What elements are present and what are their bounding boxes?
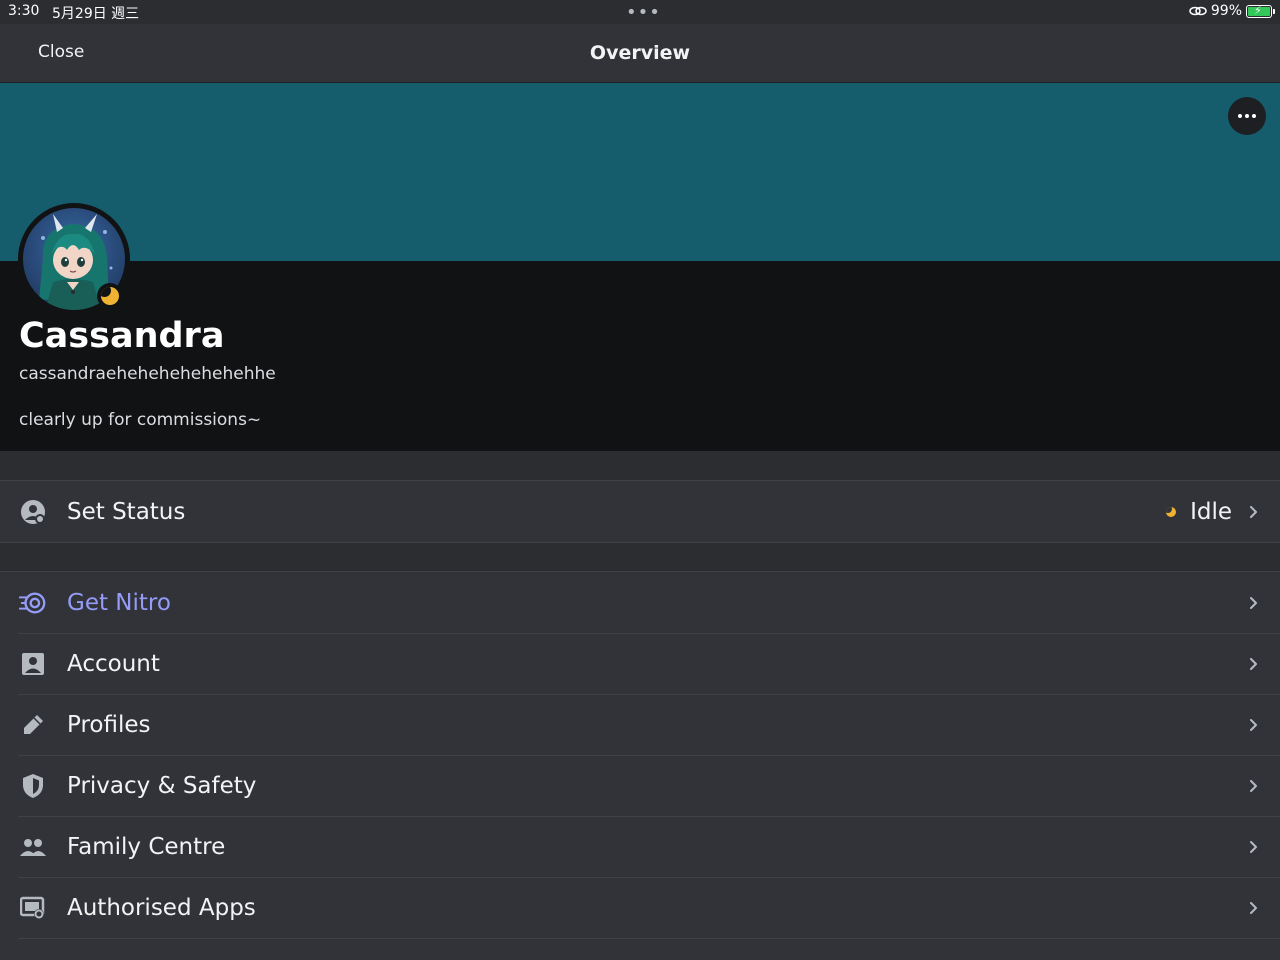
display-name: Cassandra bbox=[19, 316, 225, 356]
navigation-bar: Close Overview bbox=[0, 24, 1280, 83]
set-status-row[interactable]: Set Status Idle bbox=[0, 481, 1280, 542]
multitasking-dots-icon[interactable]: ••• bbox=[626, 2, 661, 23]
pencil-icon bbox=[19, 711, 47, 739]
battery-percent: 99% bbox=[1210, 3, 1242, 19]
chevron-right-icon bbox=[1250, 840, 1257, 853]
more-options-button[interactable] bbox=[1228, 97, 1266, 135]
settings-row-get-nitro[interactable]: Get Nitro bbox=[0, 572, 1280, 633]
chevron-right-icon bbox=[1250, 505, 1257, 518]
account-icon bbox=[19, 650, 47, 678]
idle-moon-icon bbox=[1166, 506, 1177, 517]
current-status: Idle bbox=[1166, 499, 1232, 525]
apps-icon bbox=[19, 894, 47, 922]
page-title: Overview bbox=[589, 42, 691, 64]
settings-row-label: Family Centre bbox=[67, 833, 226, 860]
settings-row-label: Privacy & Safety bbox=[67, 772, 257, 799]
settings-row-label: Account bbox=[67, 650, 160, 677]
shield-icon bbox=[19, 772, 47, 800]
chevron-right-icon bbox=[1250, 901, 1257, 914]
system-status-bar: 3:30 5月29日 週三 ••• 99% ⚡ bbox=[0, 0, 1280, 24]
set-status-icon bbox=[19, 498, 47, 526]
date-label: 5月29日 週三 bbox=[52, 6, 140, 22]
status-right: 99% ⚡ bbox=[1189, 3, 1275, 19]
settings-row-partial[interactable] bbox=[0, 938, 1280, 960]
settings-row-profiles[interactable]: Profiles bbox=[0, 694, 1280, 755]
settings-row-authorised-apps[interactable]: Authorised Apps bbox=[0, 877, 1280, 938]
clock-time: 3:30 bbox=[8, 3, 40, 19]
current-status-value: Idle bbox=[1190, 498, 1232, 525]
chevron-right-icon bbox=[1250, 657, 1257, 670]
username: cassandraehehehehehehehhe bbox=[19, 364, 276, 384]
chevron-right-icon bbox=[1250, 596, 1257, 609]
settings-row-privacy-safety[interactable]: Privacy & Safety bbox=[0, 755, 1280, 816]
profile-bio: clearly up for commissions~ bbox=[19, 410, 262, 430]
set-status-label: Set Status bbox=[67, 498, 186, 525]
nitro-icon bbox=[19, 589, 47, 617]
settings-row-family-centre[interactable]: Family Centre bbox=[0, 816, 1280, 877]
devices-icon bbox=[19, 955, 47, 960]
moon-icon bbox=[101, 287, 119, 305]
people-icon bbox=[19, 833, 47, 861]
idle-status-indicator bbox=[97, 283, 123, 309]
settings-row-label: Get Nitro bbox=[67, 589, 171, 616]
settings-group: Get Nitro Account Profiles Privacy & Saf… bbox=[0, 571, 1280, 960]
profile-banner bbox=[0, 83, 1280, 261]
link-icon bbox=[1189, 6, 1207, 16]
status-group: Set Status Idle bbox=[0, 480, 1280, 543]
chevron-right-icon bbox=[1250, 718, 1257, 731]
battery-icon: ⚡ bbox=[1246, 4, 1275, 18]
settings-row-label: Authorised Apps bbox=[67, 894, 256, 921]
chevron-right-icon bbox=[1250, 779, 1257, 792]
settings-row-label: Profiles bbox=[67, 711, 151, 738]
settings-row-account[interactable]: Account bbox=[0, 633, 1280, 694]
